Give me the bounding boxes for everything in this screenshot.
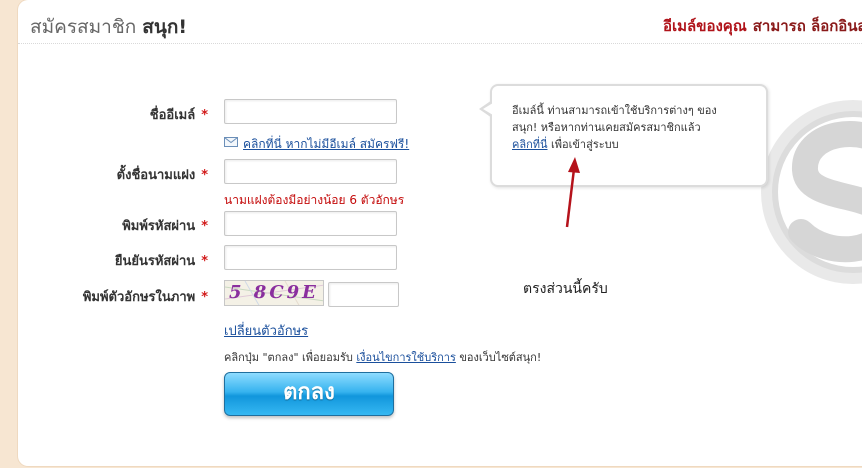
no-email-signup-link[interactable]: คลิกที่นี่ หากไม่มีอีเมล์ สมัครฟรี! [243, 135, 409, 154]
captcha-text: 5 8C9E [229, 282, 319, 303]
tooltip-tail-inner [483, 103, 493, 115]
password-label: พิมพ์รหัสผ่าน * [18, 215, 208, 236]
captcha-image: 5 8C9E [224, 280, 324, 306]
alias-input[interactable] [224, 159, 397, 184]
captcha-label-text: พิมพ์ตัวอักษรในภาพ [82, 290, 196, 305]
tooltip-line-3: คลิกที่นี่ เพื่อเข้าสู่ระบบ [512, 136, 748, 153]
alias-label: ตั้งชื่อนามแฝง * [18, 164, 208, 185]
tooltip-line-1: อีเมล์นี้ ท่านสามารถเข้าใช้บริการต่างๆ ข… [512, 104, 717, 117]
header-login-text: สามารถ ล็อกอินส [752, 17, 862, 35]
change-captcha-link[interactable]: เปลี่ยนตัวอักษร [224, 320, 308, 341]
tooltip-login-link[interactable]: คลิกที่นี่ [512, 138, 548, 151]
email-info-tooltip: อีเมล์นี้ ท่านสามารถเข้าใช้บริการต่างๆ ข… [479, 84, 768, 187]
required-mark: * [201, 254, 208, 269]
confirm-password-label-text: ยืนยันรหัสผ่าน [114, 254, 196, 269]
password-label-text: พิมพ์รหัสผ่าน [122, 219, 196, 234]
required-mark: * [201, 219, 208, 234]
terms-suffix: ของเว็บไซต์สนุก! [459, 351, 542, 364]
terms-of-service-link[interactable]: เงื่อนไขการใช้บริการ [356, 351, 456, 364]
terms-agreement: คลิกปุ่ม "ตกลง" เพื่อยอมรับ เงื่อนไขการใ… [224, 348, 541, 366]
header-login-hint: อีเมล์ของคุณ สามารถ ล็อกอินส [663, 14, 862, 38]
email-input[interactable] [224, 99, 397, 124]
page-title: สมัครสมาชิก สนุก! [30, 12, 187, 42]
confirm-password-label: ยืนยันรหัสผ่าน * [18, 250, 208, 271]
header-email-emphasis: อีเมล์ของคุณ [663, 17, 747, 35]
alias-error-message: นามแฝงต้องมีอย่างน้อย 6 ตัวอักษร [224, 193, 405, 207]
mail-icon [224, 137, 238, 147]
tooltip-line-2: สนุก! หรือหากท่านเคยสมัครสมาชิกแล้ว [512, 121, 701, 134]
email-label-text: ชื่ออีเมล์ [149, 108, 196, 123]
required-mark: * [201, 168, 208, 183]
submit-button[interactable]: ตกลง [224, 372, 394, 416]
annotation-note: ตรงส่วนนี้ครับ [523, 281, 608, 297]
page-header: สมัครสมาชิก สนุก! อีเมล์ของคุณ สามารถ ล็อก… [18, 0, 862, 44]
signup-panel: สมัครสมาชิก สนุก! อีเมล์ของคุณ สามารถ ล็อก… [18, 0, 862, 466]
alias-label-text: ตั้งชื่อนามแฝง [116, 168, 196, 183]
email-label: ชื่ออีเมล์ * [18, 104, 208, 125]
terms-prefix: คลิกปุ่ม "ตกลง" เพื่อยอมรับ [224, 351, 353, 364]
required-mark: * [201, 108, 208, 123]
captcha-label: พิมพ์ตัวอักษรในภาพ * [18, 286, 208, 307]
captcha-input[interactable] [328, 282, 399, 307]
sanook-logo-icon [761, 100, 862, 284]
annotation-arrow-icon [565, 157, 580, 228]
password-input[interactable] [224, 211, 397, 236]
confirm-password-input[interactable] [224, 245, 397, 270]
page-title-brand: สนุก! [142, 16, 187, 38]
required-mark: * [201, 290, 208, 305]
page-title-text: สมัครสมาชิก [30, 16, 137, 38]
tooltip-line-3-suffix: เพื่อเข้าสู่ระบบ [551, 138, 619, 151]
